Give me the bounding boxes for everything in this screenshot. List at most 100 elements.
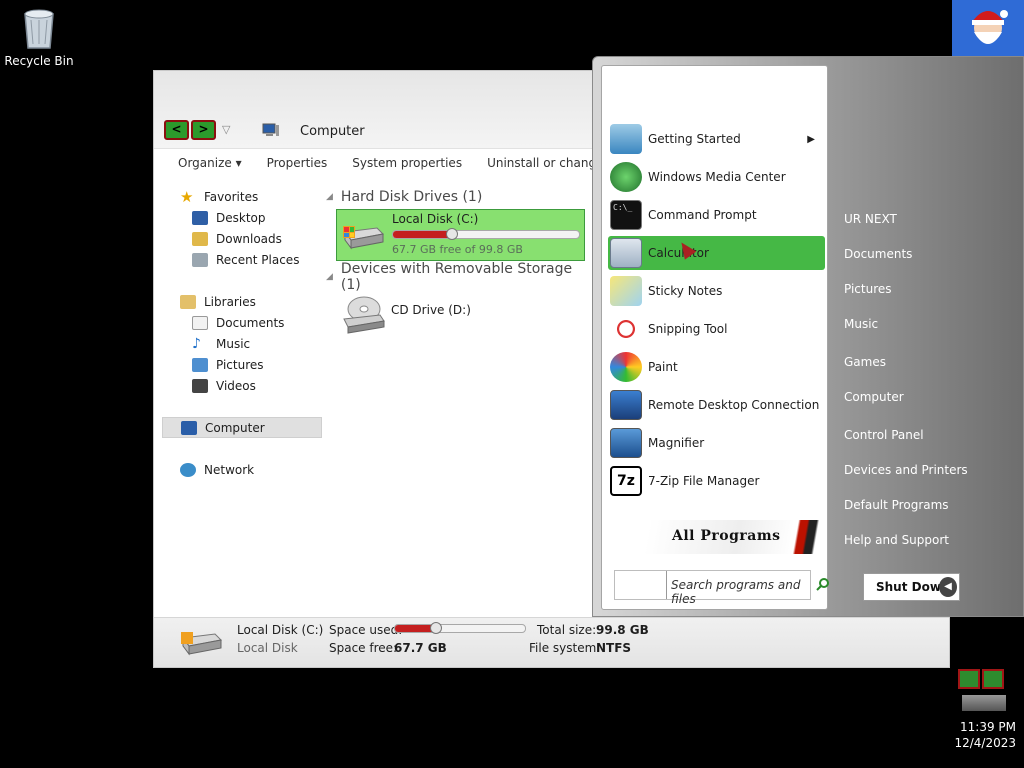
nav-videos[interactable]: Videos xyxy=(162,375,322,396)
nav-documents[interactable]: Documents xyxy=(162,312,322,333)
system-properties-button[interactable]: System properties xyxy=(352,156,462,170)
nav-recent-places[interactable]: Recent Places xyxy=(162,249,322,270)
place-user-folder[interactable]: UR NEXT xyxy=(844,212,897,226)
clock-time: 11:39 PM xyxy=(960,720,1016,734)
place-games[interactable]: Games xyxy=(844,355,886,369)
search-icon[interactable] xyxy=(816,577,830,591)
group-title: Hard Disk Drives (1) xyxy=(340,189,483,205)
network-tray-icon[interactable] xyxy=(982,669,1004,689)
clock[interactable]: 11:39 PM 12/4/2023 xyxy=(954,719,1016,751)
program-label: 7-Zip File Manager xyxy=(648,474,760,488)
nav-label: Desktop xyxy=(216,210,266,225)
place-documents[interactable]: Documents xyxy=(844,247,912,261)
nav-label: Libraries xyxy=(204,294,256,309)
search-input[interactable] xyxy=(615,571,667,599)
drive-d-tile[interactable]: CD Drive (D:) xyxy=(336,289,585,341)
nav-music[interactable]: ♪ Music xyxy=(162,333,322,354)
nav-desktop[interactable]: Desktop xyxy=(162,207,322,228)
submenu-arrow-icon: ▶ xyxy=(807,133,815,145)
recycle-bin-label: Recycle Bin xyxy=(4,54,74,68)
program-snipping-tool[interactable]: Snipping Tool xyxy=(608,312,825,346)
program-label: Sticky Notes xyxy=(648,284,723,298)
nav-libraries[interactable]: Libraries xyxy=(162,291,322,312)
organize-button[interactable]: Organize ▾ xyxy=(178,156,242,170)
nav-downloads[interactable]: Downloads xyxy=(162,228,322,249)
program-label: Getting Started xyxy=(648,132,741,146)
program-paint[interactable]: Paint xyxy=(608,350,825,384)
program-label: Paint xyxy=(648,360,678,374)
nav-computer[interactable]: Computer xyxy=(162,417,322,438)
forward-button[interactable]: > xyxy=(191,120,216,140)
details-pane: Local Disk (C:) Local Disk Space used: S… xyxy=(154,617,949,667)
program-label: Remote Desktop Connection xyxy=(648,398,820,412)
back-button[interactable]: < xyxy=(164,120,189,140)
status-drive-type: Local Disk xyxy=(237,641,298,655)
7zip-icon: 7z xyxy=(610,466,642,496)
hard-disk-group-header[interactable]: ◢ Hard Disk Drives (1) xyxy=(326,185,596,209)
star-icon: ★ xyxy=(180,187,194,206)
nav-label: Documents xyxy=(216,315,285,330)
file-system-label: File system: xyxy=(529,641,601,655)
drive-c-usage-bar xyxy=(392,230,580,239)
space-free-value: 67.7 GB xyxy=(394,641,447,655)
program-windows-media-center[interactable]: Windows Media Center xyxy=(608,160,825,194)
place-help-and-support[interactable]: Help and Support xyxy=(844,533,949,547)
drive-c-name: Local Disk (C:) xyxy=(392,212,479,226)
place-music[interactable]: Music xyxy=(844,317,878,331)
drive-c-free-space: 67.7 GB free of 99.8 GB xyxy=(392,243,523,256)
nav-label: Downloads xyxy=(216,231,282,246)
snipping-tool-icon xyxy=(610,314,642,344)
windows-media-center-icon xyxy=(610,162,642,192)
program-command-prompt[interactable]: C:\_ Command Prompt xyxy=(608,198,825,232)
nav-label: Computer xyxy=(205,420,265,435)
nav-favorites[interactable]: ★ Favorites xyxy=(162,186,322,207)
program-getting-started[interactable]: Getting Started ▶ xyxy=(608,122,825,156)
place-pictures[interactable]: Pictures xyxy=(844,282,892,296)
remote-desktop-icon xyxy=(610,390,642,420)
place-computer[interactable]: Computer xyxy=(844,390,904,404)
all-programs-label: All Programs xyxy=(672,528,781,544)
recent-pages-chevron-icon[interactable]: ▽ xyxy=(222,123,230,136)
shut-down-button[interactable]: Shut Down ◀ xyxy=(863,573,960,601)
drive-d-name: CD Drive (D:) xyxy=(391,303,471,317)
action-center-icon[interactable] xyxy=(958,669,980,689)
start-search-box[interactable]: Search programs and files xyxy=(614,570,811,606)
navigation-pane: ★ Favorites Desktop Downloads Recent Pla… xyxy=(162,186,322,480)
libraries-icon xyxy=(180,294,196,309)
shutdown-options-arrow-icon[interactable]: ◀ xyxy=(939,577,957,597)
getting-started-icon xyxy=(610,124,642,154)
nav-label: Favorites xyxy=(204,189,259,204)
sticky-notes-icon xyxy=(610,276,642,306)
network-icon xyxy=(180,462,196,477)
program-calculator[interactable]: Calculator xyxy=(608,236,825,270)
all-programs-button[interactable]: All Programs xyxy=(604,520,827,554)
status-drive-icon xyxy=(178,628,224,659)
place-devices-and-printers[interactable]: Devices and Printers xyxy=(844,463,968,477)
desktop-icon xyxy=(192,210,208,225)
collapse-icon: ◢ xyxy=(326,192,333,202)
recycle-bin-desktop-icon[interactable]: Recycle Bin xyxy=(4,6,74,68)
computer-icon xyxy=(181,420,197,435)
properties-button[interactable]: Properties xyxy=(267,156,328,170)
program-7zip[interactable]: 7z 7-Zip File Manager xyxy=(608,464,825,498)
total-size-label: Total size: xyxy=(537,623,597,637)
program-remote-desktop[interactable]: Remote Desktop Connection xyxy=(608,388,825,422)
place-default-programs[interactable]: Default Programs xyxy=(844,498,949,512)
nav-label: Network xyxy=(204,462,255,477)
file-system-value: NTFS xyxy=(596,641,632,655)
volume-icon[interactable] xyxy=(962,695,1006,711)
nav-pictures[interactable]: Pictures xyxy=(162,354,322,375)
santa-avatar xyxy=(952,0,1024,56)
drive-c-tile[interactable]: Local Disk (C:) 67.7 GB free of 99.8 GB xyxy=(336,209,585,261)
nav-network[interactable]: Network xyxy=(162,459,322,480)
removable-group-header[interactable]: ◢ Devices with Removable Storage (1) xyxy=(326,261,596,293)
nav-label: Videos xyxy=(216,378,256,393)
computer-icon xyxy=(262,123,280,137)
system-tray: 11:39 PM 12/4/2023 xyxy=(952,617,1024,768)
recent-places-icon xyxy=(192,252,208,267)
program-magnifier[interactable]: Magnifier xyxy=(608,426,825,460)
program-sticky-notes[interactable]: Sticky Notes xyxy=(608,274,825,308)
total-size-value: 99.8 GB xyxy=(596,623,649,637)
place-control-panel[interactable]: Control Panel xyxy=(844,428,924,442)
address-bar[interactable]: Computer xyxy=(300,124,365,139)
